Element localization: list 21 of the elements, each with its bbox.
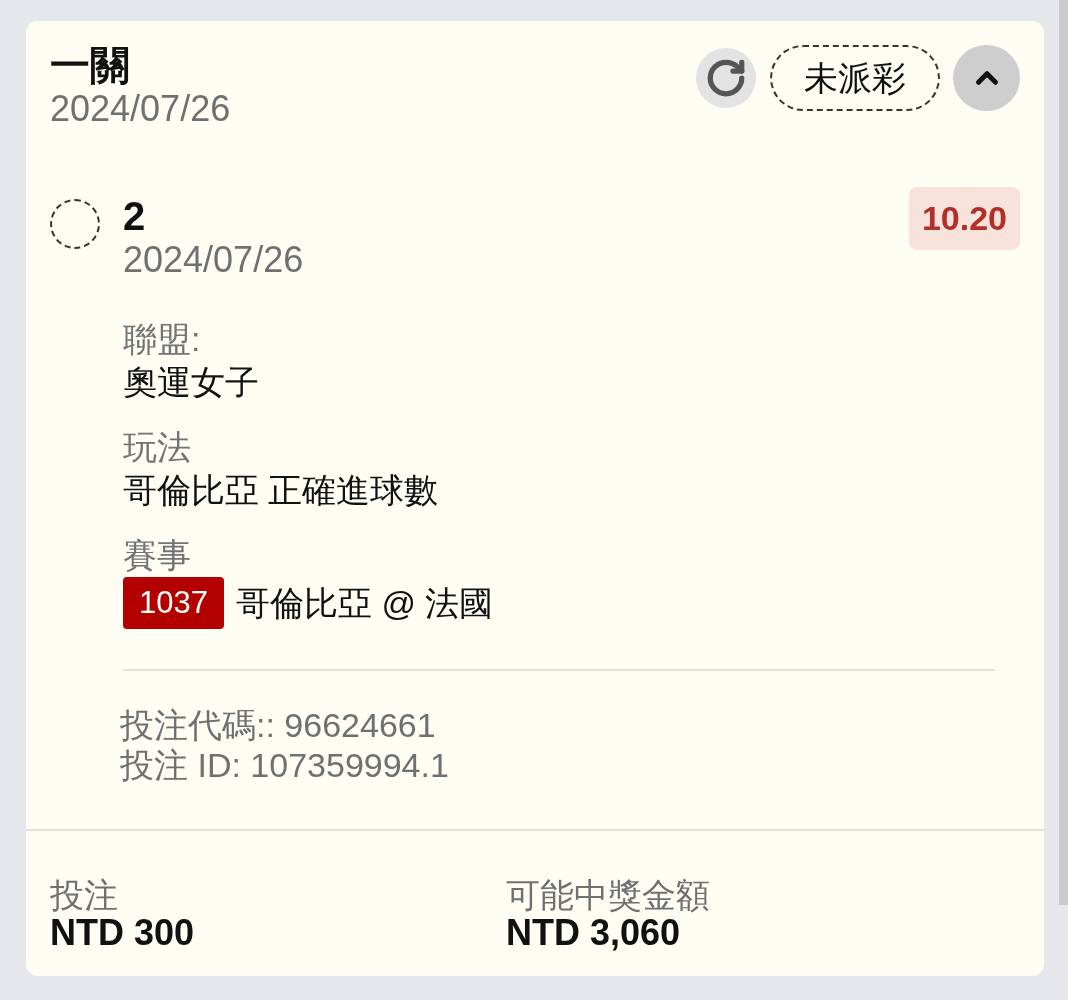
card-title: 一關 xyxy=(50,43,130,87)
bet-code: 投注代碼:: 96624661 xyxy=(120,705,436,745)
summary-amount: NTD 300 xyxy=(50,914,195,952)
field-label: 聯盟: xyxy=(123,319,201,360)
field-label: 玩法 xyxy=(123,427,191,468)
scrollbar-thumb[interactable] xyxy=(1059,0,1068,905)
field-label: 賽事 xyxy=(123,535,191,576)
summary-amount: NTD 3,060 xyxy=(506,914,681,952)
event-code-badge: 1037 xyxy=(123,577,224,629)
field-value: 奧運女子 xyxy=(123,362,259,403)
status-pill: 未派彩 xyxy=(770,45,940,111)
match-name: 哥倫比亞 @ 法國 xyxy=(235,582,494,624)
selection-name: 2 xyxy=(123,195,146,238)
selection-date: 2024/07/26 xyxy=(123,238,304,282)
card-date: 2024/07/26 xyxy=(50,87,231,130)
summary-label: 可能中獎金額 xyxy=(506,876,710,914)
field-value: 哥倫比亞 正確進球數 xyxy=(123,470,439,511)
bet-id: 投注 ID: 107359994.1 xyxy=(120,745,449,785)
refresh-icon xyxy=(705,57,747,99)
summary-label: 投注 xyxy=(50,876,118,914)
odds-badge: 10.20 xyxy=(908,187,1020,250)
